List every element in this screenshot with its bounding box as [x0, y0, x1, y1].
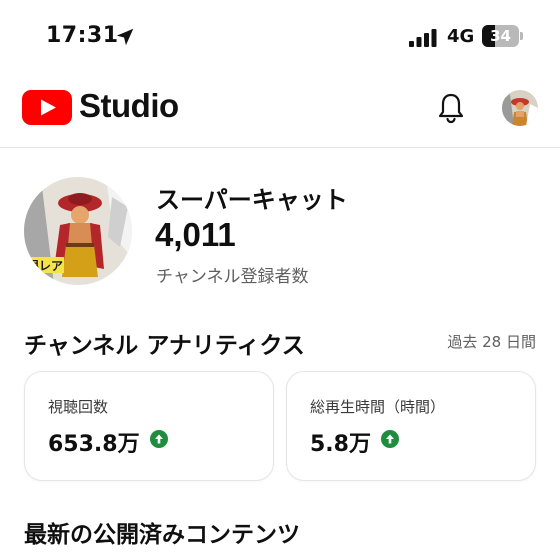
views-value: 653.8万 — [48, 432, 140, 457]
app-header: Studio — [0, 72, 560, 148]
analytics-period: 過去 28 日間 — [447, 333, 536, 351]
status-bar: 17:31 4G 34 — [0, 0, 560, 72]
cellular-signal-icon — [409, 29, 437, 47]
svg-text:限レア: 限レア — [27, 258, 63, 273]
studio-wordmark: Studio — [79, 87, 179, 124]
trend-up-icon — [150, 430, 168, 448]
views-label: 視聴回数 — [48, 398, 109, 416]
views-card[interactable]: 視聴回数 653.8万 — [24, 371, 274, 481]
subscriber-label: チャンネル登録者数 — [156, 267, 309, 287]
trend-up-icon — [381, 430, 399, 448]
location-arrow-icon — [116, 28, 134, 46]
subscriber-count: 4,011 — [155, 216, 236, 253]
battery-icon: 34 — [482, 25, 524, 47]
watch-time-label: 総再生時間（時間） — [310, 398, 446, 416]
watch-time-value: 5.8万 — [310, 432, 371, 457]
network-type: 4G — [447, 26, 475, 47]
notifications-bell-icon[interactable] — [437, 92, 465, 124]
channel-avatar[interactable]: 限レア — [24, 177, 132, 285]
status-time: 17:31 — [46, 23, 119, 48]
youtube-logo-icon[interactable] — [22, 90, 72, 125]
account-avatar[interactable] — [502, 90, 538, 126]
latest-content-title: 最新の公開済みコンテンツ — [24, 522, 300, 548]
channel-name: スーパーキャット — [156, 186, 348, 214]
watch-time-card[interactable]: 総再生時間（時間） 5.8万 — [286, 371, 536, 481]
analytics-title: チャンネル アナリティクス — [24, 333, 305, 359]
battery-percent: 34 — [490, 27, 511, 45]
